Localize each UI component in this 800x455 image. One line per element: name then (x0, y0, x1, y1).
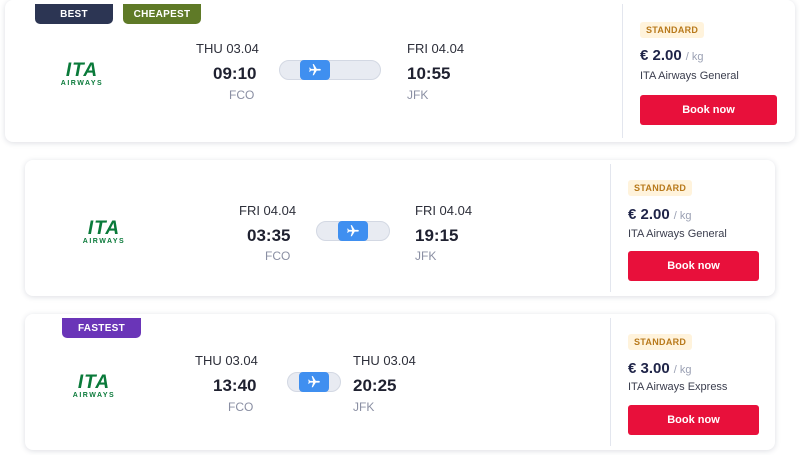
airplane-icon (299, 372, 329, 392)
price-amount: € 2.00 (628, 206, 670, 223)
fastest-badge: FASTEST (62, 318, 141, 338)
arrival-date: THU 03.04 (353, 353, 416, 368)
fare-name: ITA Airways Express (628, 381, 728, 393)
flight-duration-track (279, 60, 381, 80)
departure-airport: FCO (228, 400, 254, 414)
flight-duration-track (287, 372, 341, 392)
flight-duration-track (316, 221, 390, 241)
best-badge: BEST (35, 4, 113, 24)
departure-date: THU 03.04 (195, 353, 258, 368)
departure-time: 03:35 (247, 226, 291, 245)
price-unit: / kg (685, 51, 704, 63)
card-divider (610, 164, 611, 292)
arrival-time: 20:25 (353, 376, 397, 395)
airline-logo: ITA AIRWAYS (60, 60, 104, 87)
departure-airport: FCO (229, 88, 255, 102)
card-divider (622, 4, 623, 138)
book-now-button[interactable]: Book now (628, 405, 759, 435)
airline-logo: ITA AIRWAYS (72, 372, 116, 399)
flight-result-card[interactable]: ITA AIRWAYS FRI 04.04 03:35 FCO FRI 04.0… (25, 160, 775, 296)
arrival-airport: JFK (415, 249, 437, 263)
arrival-time: 19:15 (415, 226, 459, 245)
arrival-date: FRI 04.04 (415, 203, 473, 218)
price-unit: / kg (673, 364, 692, 376)
flight-result-card[interactable]: FASTEST ITA AIRWAYS THU 03.04 13:40 FCO … (25, 314, 775, 450)
arrival-date: FRI 04.04 (407, 41, 465, 56)
airplane-icon (300, 60, 330, 80)
departure-airport: FCO (265, 249, 291, 263)
arrival-airport: JFK (353, 400, 375, 414)
book-now-button[interactable]: Book now (640, 95, 777, 125)
departure-date: FRI 04.04 (239, 203, 297, 218)
departure-time: 13:40 (213, 376, 257, 395)
card-divider (610, 318, 611, 446)
price-amount: € 3.00 (628, 360, 670, 377)
fare-tag: STANDARD (628, 334, 693, 350)
price: € 2.00/ kg (640, 47, 703, 64)
price: € 3.00/ kg (628, 360, 691, 377)
departure-date: THU 03.04 (196, 41, 259, 56)
airline-logo: ITA AIRWAYS (82, 218, 126, 245)
flight-result-card[interactable]: BEST CHEAPEST ITA AIRWAYS THU 03.04 09:1… (5, 0, 795, 142)
fare-tag: STANDARD (640, 22, 705, 38)
cheapest-badge: CHEAPEST (123, 4, 201, 24)
arrival-time: 10:55 (407, 64, 451, 83)
fare-name: ITA Airways General (628, 228, 727, 240)
price-unit: / kg (673, 210, 692, 222)
arrival-airport: JFK (407, 88, 429, 102)
book-now-button[interactable]: Book now (628, 251, 759, 281)
departure-time: 09:10 (213, 64, 257, 83)
fare-name: ITA Airways General (640, 70, 739, 82)
price-amount: € 2.00 (640, 47, 682, 64)
airplane-icon (338, 221, 368, 241)
price: € 2.00/ kg (628, 206, 691, 223)
fare-tag: STANDARD (628, 180, 693, 196)
